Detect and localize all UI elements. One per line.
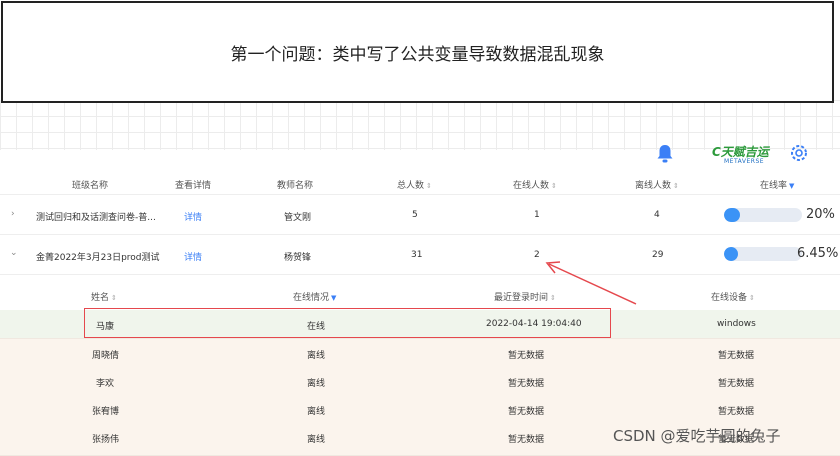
student-device: 暂无数据 — [718, 351, 755, 361]
col-device[interactable]: 在线设备 ⇕ — [711, 290, 755, 303]
teacher-name: 管文刚 — [284, 213, 312, 223]
sort-active-icon[interactable]: ▼ — [789, 182, 794, 190]
chevron-right-icon[interactable]: › — [11, 209, 15, 219]
table-header: 班级名称 查看详情 教师名称 总人数 ⇕ 在线人数 ⇕ 离线人数 ⇕ 在线率 ▼ — [0, 172, 840, 195]
col-status-label: 在线情况 — [293, 293, 330, 303]
student-name: 李欢 — [96, 379, 115, 389]
col-details: 查看详情 — [175, 181, 212, 191]
col-student-name[interactable]: 姓名 ⇕ — [91, 290, 117, 303]
online-count: 1 — [534, 210, 540, 220]
class-name: 金菁2022年3月23日prod测试 — [36, 253, 160, 263]
details-link[interactable]: 详情 — [184, 250, 202, 263]
details-link[interactable]: 详情 — [184, 210, 202, 223]
col-total-label: 总人数 — [397, 181, 425, 191]
sort-icon[interactable]: ⇕ — [551, 182, 557, 190]
student-status: 离线 — [307, 435, 326, 445]
sort-icon[interactable]: ⇕ — [673, 182, 679, 190]
sort-icon[interactable]: ⇕ — [426, 182, 432, 190]
top-toolbar: C天赋吉运 METAVERSE — [0, 140, 840, 170]
student-last-login: 暂无数据 — [508, 351, 545, 361]
total-count: 31 — [411, 250, 423, 260]
logo-sub-text: METAVERSE — [724, 158, 765, 165]
student-status: 离线 — [307, 351, 326, 361]
student-row[interactable]: 周晓倩 离线 暂无数据 暂无数据 — [0, 339, 840, 368]
col-status[interactable]: 在线情况 ▼ — [293, 290, 336, 303]
col-online-rate-label: 在线率 — [760, 181, 788, 191]
offline-count: 4 — [654, 210, 660, 220]
student-last-login: 暂无数据 — [508, 407, 545, 417]
table-row[interactable]: ⌄ 金菁2022年3月23日prod测试 详情 杨贺锋 31 2 29 6.45… — [0, 236, 840, 275]
col-online-rate[interactable]: 在线率 ▼ — [760, 178, 794, 191]
bell-icon[interactable] — [656, 144, 674, 164]
annotation-banner: 第一个问题：类中写了公共变量导致数据混乱现象 — [1, 1, 834, 103]
teacher-name: 杨贺锋 — [284, 253, 312, 263]
banner-title: 第一个问题：类中写了公共变量导致数据混乱现象 — [230, 44, 605, 65]
student-row[interactable]: 张宥博 离线 暂无数据 暂无数据 — [0, 395, 840, 424]
online-rate-value: 6.45% — [797, 246, 839, 261]
total-count: 5 — [412, 210, 418, 220]
online-rate-fill — [724, 247, 739, 261]
sort-active-icon[interactable]: ▼ — [331, 294, 336, 302]
online-count: 2 — [534, 250, 540, 260]
class-name: 测试回归和及话测查问卷-普... — [36, 213, 156, 223]
col-last-login-label: 最近登录时间 — [494, 293, 549, 303]
col-offline[interactable]: 离线人数 ⇕ — [635, 178, 679, 191]
student-status: 离线 — [307, 379, 326, 389]
offline-count: 29 — [652, 250, 664, 260]
online-rate-bar — [724, 247, 802, 261]
col-teacher: 教师名称 — [277, 181, 314, 191]
student-name: 张宥博 — [92, 407, 120, 417]
col-online[interactable]: 在线人数 ⇕ — [513, 178, 557, 191]
online-rate-bar — [724, 208, 802, 222]
student-name: 周晓倩 — [92, 351, 120, 361]
student-device: windows — [717, 319, 756, 329]
student-device: 暂无数据 — [718, 407, 755, 417]
sort-icon[interactable]: ⇕ — [550, 294, 556, 302]
gear-icon[interactable] — [789, 143, 809, 163]
col-total[interactable]: 总人数 ⇕ — [397, 178, 432, 191]
student-name: 张扬伟 — [92, 435, 120, 445]
col-student-name-label: 姓名 — [91, 293, 110, 303]
brand-logo: C天赋吉运 METAVERSE — [712, 143, 772, 167]
student-last-login: 暂无数据 — [508, 379, 545, 389]
col-device-label: 在线设备 — [711, 293, 748, 303]
table-row[interactable]: › 测试回归和及话测查问卷-普... 详情 管文刚 5 1 4 20% — [0, 196, 840, 235]
highlight-box — [84, 308, 611, 338]
online-rate-fill — [724, 208, 740, 222]
col-online-label: 在线人数 — [513, 181, 550, 191]
online-rate-value: 20% — [806, 207, 835, 222]
chevron-down-icon[interactable]: ⌄ — [10, 248, 18, 258]
col-offline-label: 离线人数 — [635, 181, 672, 191]
col-last-login[interactable]: 最近登录时间 ⇕ — [494, 290, 556, 303]
sort-icon[interactable]: ⇕ — [749, 294, 755, 302]
student-table-header: 姓名 ⇕ 在线情况 ▼ 最近登录时间 ⇕ 在线设备 ⇕ — [0, 282, 840, 308]
student-row[interactable]: 李欢 离线 暂无数据 暂无数据 — [0, 367, 840, 396]
student-device: 暂无数据 — [718, 379, 755, 389]
sort-icon[interactable]: ⇕ — [111, 294, 117, 302]
student-status: 离线 — [307, 407, 326, 417]
student-last-login: 暂无数据 — [508, 435, 545, 445]
watermark: CSDN @爱吃芋圆的兔子 — [613, 427, 781, 445]
col-class-name: 班级名称 — [72, 181, 109, 191]
